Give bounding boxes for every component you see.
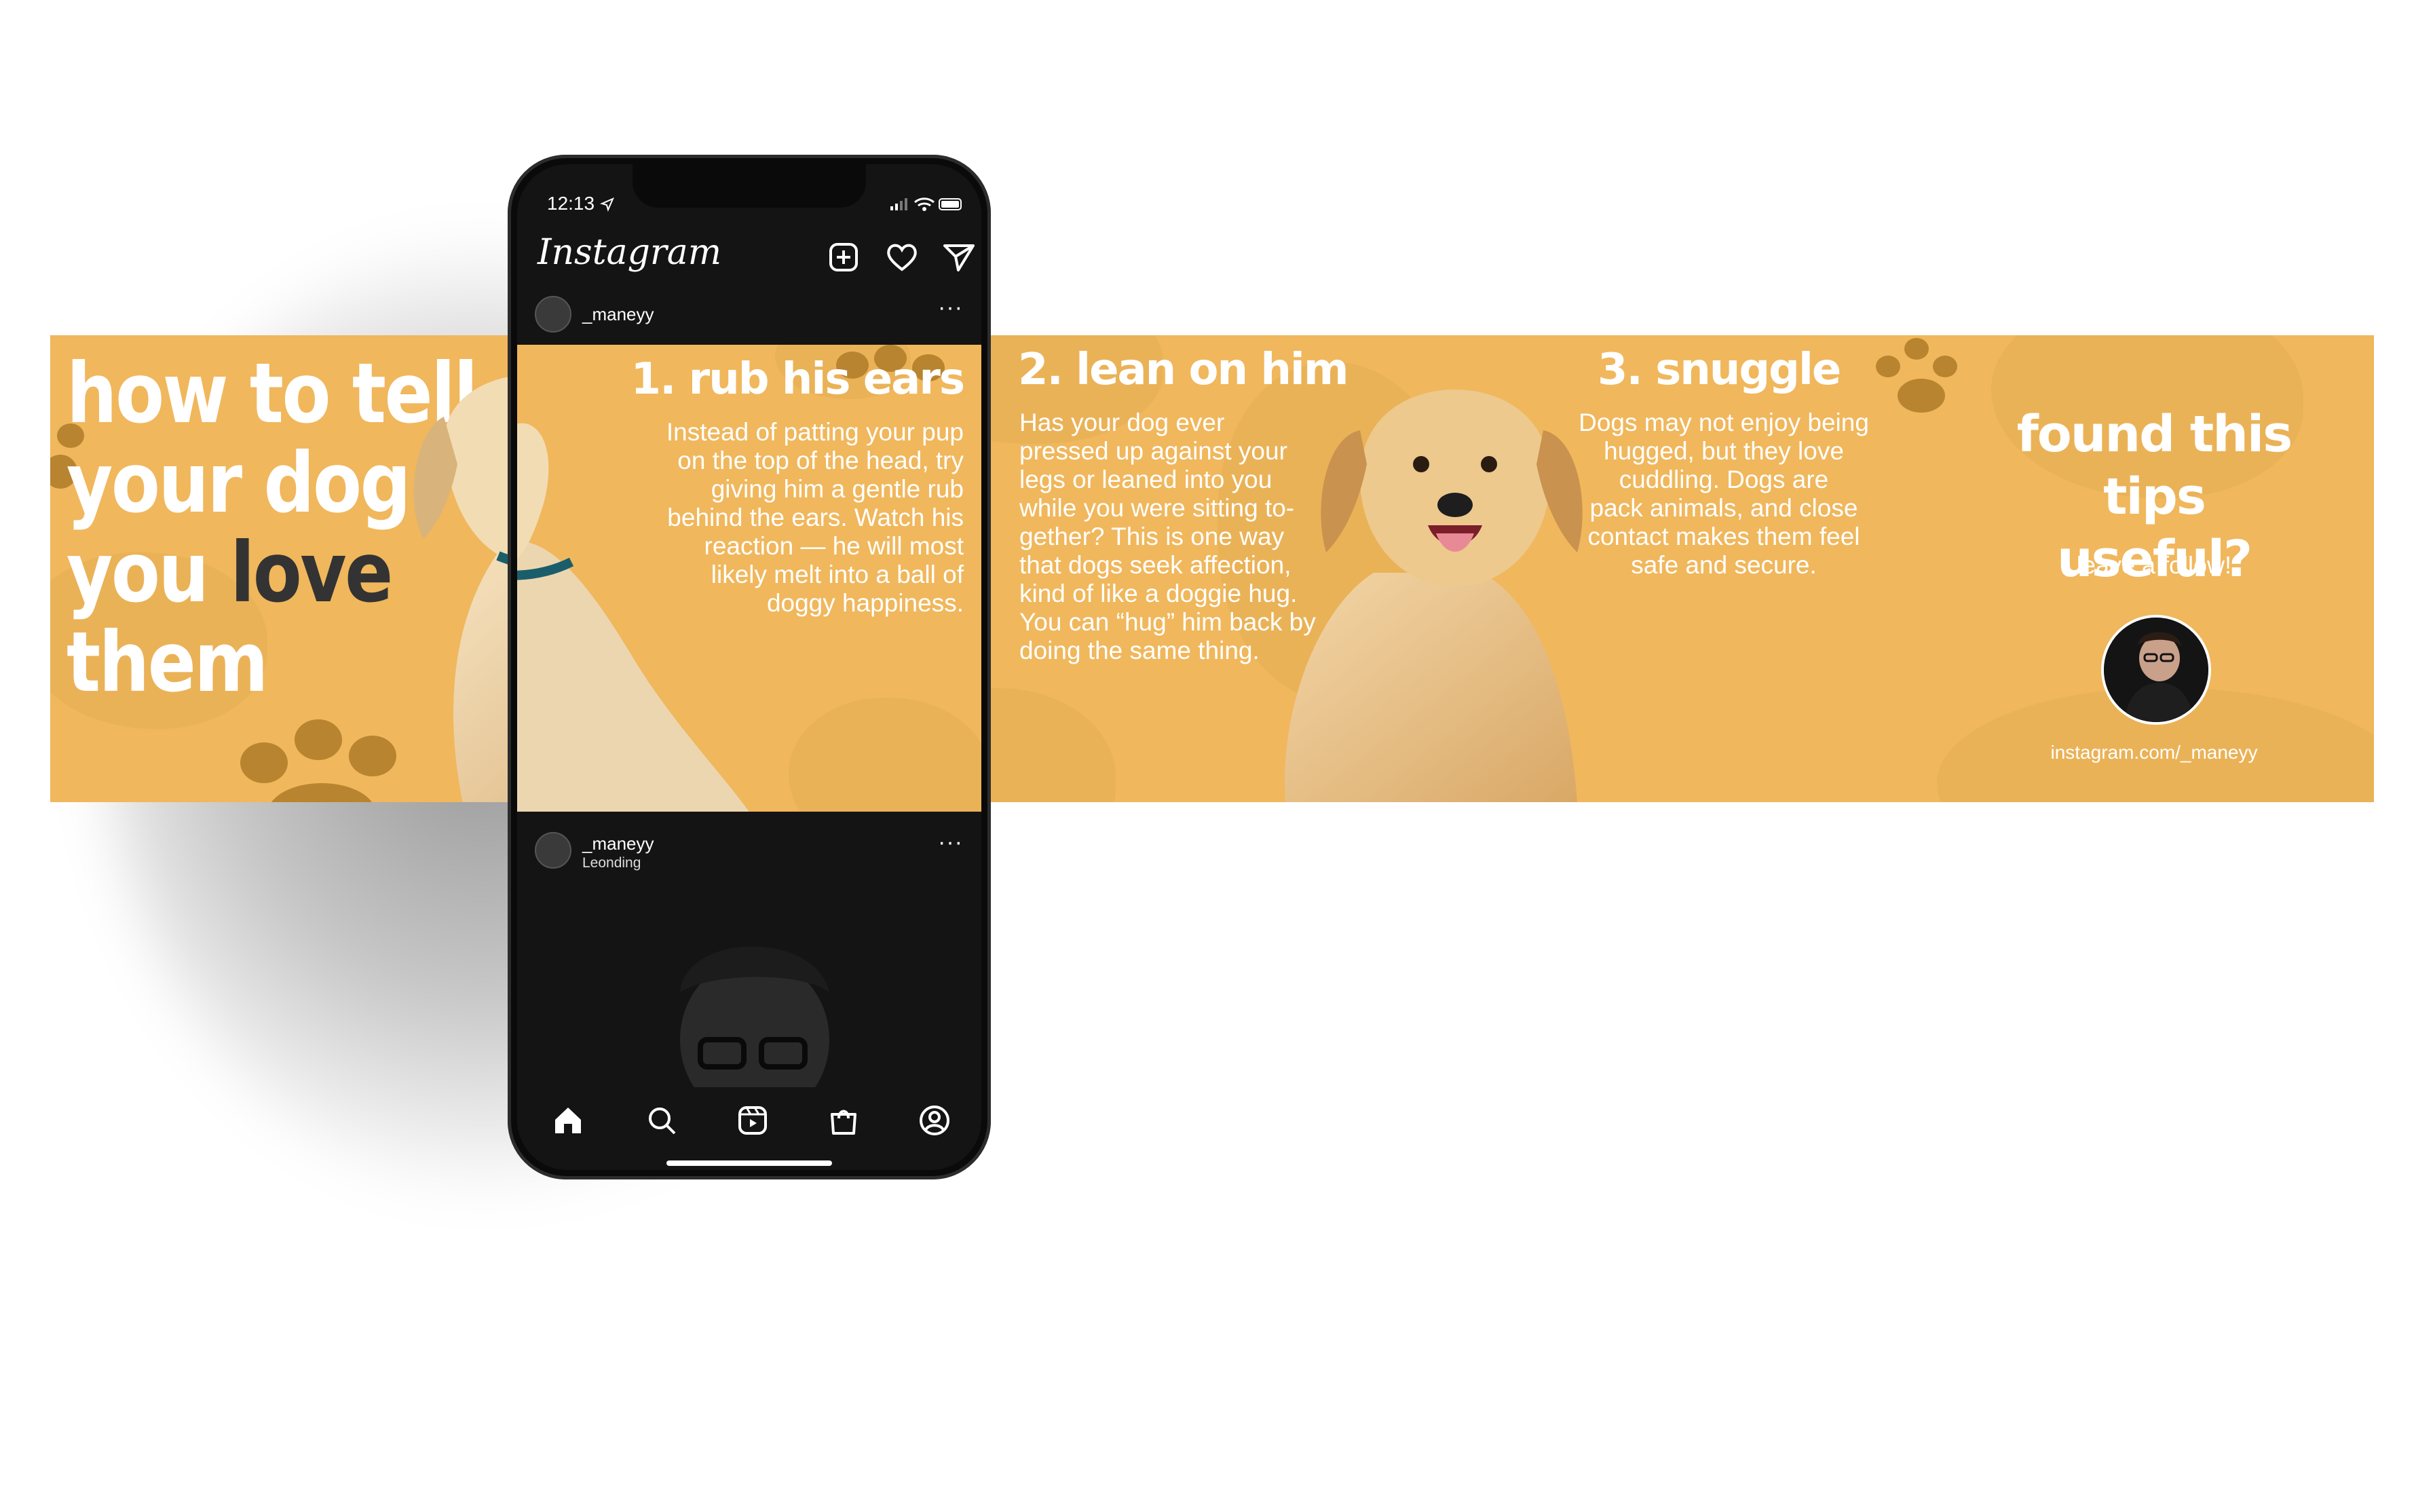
battery-icon (939, 198, 962, 210)
avatar[interactable] (535, 832, 571, 869)
post-username[interactable]: _maneyy (582, 833, 654, 854)
wifi-icon (914, 197, 935, 211)
more-options-icon[interactable]: ··· (938, 295, 963, 321)
title-word: you (67, 525, 231, 621)
bottom-nav (517, 1087, 981, 1169)
post-username[interactable]: _maneyy (582, 304, 654, 325)
post-location[interactable]: Leonding (582, 855, 641, 871)
status-icons (890, 197, 962, 211)
send-icon[interactable] (941, 239, 977, 276)
paw-print-icon (1873, 335, 1968, 417)
post-image[interactable] (517, 877, 981, 1094)
home-icon[interactable] (550, 1102, 586, 1139)
tip-heading: 1. rub his ears (630, 354, 965, 404)
location-arrow-icon (599, 197, 614, 212)
shop-icon[interactable] (825, 1102, 862, 1139)
carousel-banner: how to tell your dog you love them 2. le… (50, 335, 2374, 802)
status-time-text: 12:13 (547, 193, 595, 214)
instagram-screen: 12:13 Instagram _maneyy ··· 1. rub his e… (517, 164, 981, 1170)
profile-avatar[interactable] (2101, 615, 2211, 725)
tip-body: Dogs may not enjoy being hugged, but the… (1579, 409, 1869, 579)
avatar[interactable] (535, 296, 571, 333)
tip-body: Instead of patting your pup on the top o… (666, 418, 964, 617)
person-photo (2104, 618, 2208, 722)
bg-blob (789, 698, 981, 812)
tip-heading: 3. snuggle (1598, 345, 1841, 395)
phone-notch (633, 164, 866, 208)
follow-cta: leave a follow! (2076, 551, 2232, 579)
add-post-icon[interactable] (825, 239, 862, 276)
follow-heading-line: found this tips (2016, 405, 2293, 526)
signal-icon (890, 198, 907, 210)
heart-icon[interactable] (884, 239, 920, 276)
phone-mockup: 12:13 Instagram _maneyy ··· 1. rub his e… (508, 155, 991, 1179)
instagram-logo[interactable]: Instagram (537, 232, 721, 273)
status-time: 12:13 (547, 193, 615, 214)
more-options-icon[interactable]: ··· (938, 829, 963, 856)
reels-icon[interactable] (734, 1102, 771, 1139)
home-indicator[interactable] (666, 1160, 832, 1166)
post-image[interactable]: 1. rub his ears Instead of patting your … (517, 345, 981, 812)
search-icon[interactable] (643, 1102, 680, 1139)
profile-icon[interactable] (916, 1102, 953, 1139)
profile-link[interactable]: instagram.com/_maneyy (1984, 738, 2324, 767)
